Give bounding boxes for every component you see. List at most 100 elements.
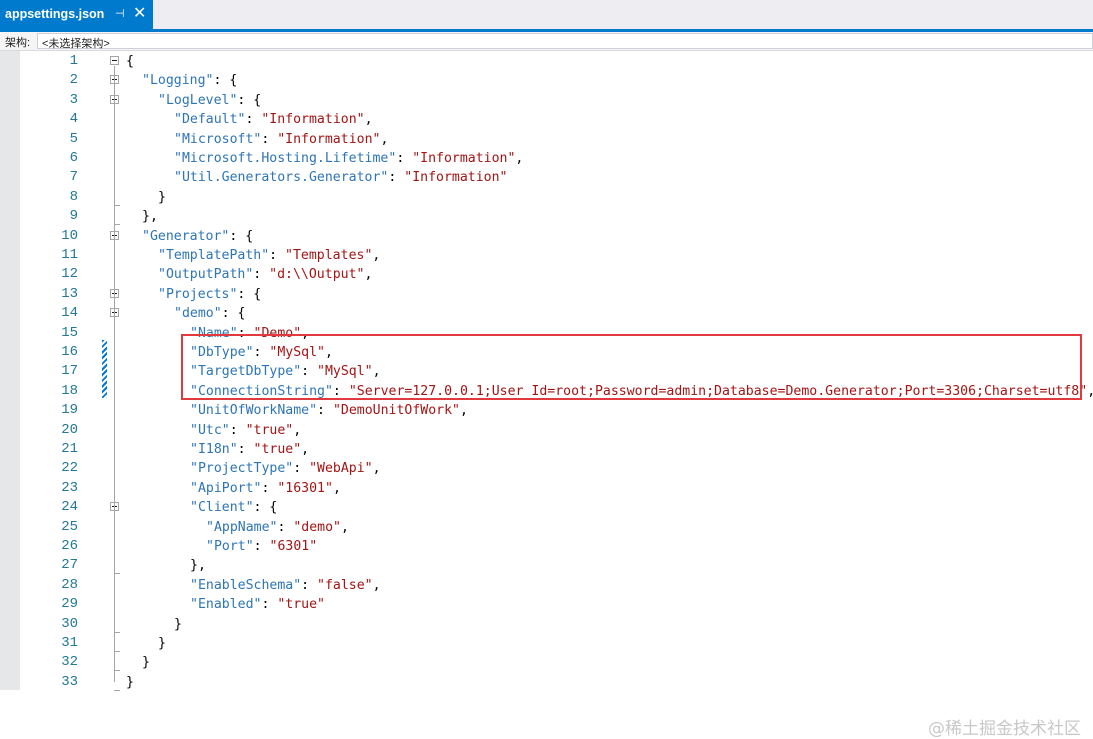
code-line[interactable]: 22 "ProjectType": "WebApi",: [0, 459, 1093, 478]
annotation-highlight-box: [181, 334, 1082, 400]
json-key: "Generator": [142, 228, 230, 244]
code-line[interactable]: 4 "Default": "Information",: [0, 110, 1093, 129]
code-line[interactable]: 24 "Client": {: [0, 498, 1093, 517]
collapse-region-icon[interactable]: [110, 56, 119, 65]
line-number: 31: [61, 635, 78, 651]
json-punctuation: :: [261, 597, 278, 613]
pin-icon[interactable]: ⊣: [115, 7, 125, 21]
code-text[interactable]: "Port": "6301": [206, 537, 317, 556]
json-string-value: "DemoUnitOfWork": [332, 403, 460, 419]
code-text[interactable]: }: [126, 673, 134, 692]
json-string-value: "false": [317, 577, 373, 593]
code-line[interactable]: 28 "EnableSchema": "false",: [0, 576, 1093, 595]
code-line[interactable]: 23 "ApiPort": "16301",: [0, 479, 1093, 498]
code-line[interactable]: 25 "AppName": "demo",: [0, 518, 1093, 537]
line-number: 21: [61, 441, 78, 457]
code-text[interactable]: }: [158, 634, 166, 653]
json-string-value: "true": [253, 442, 302, 457]
schema-dropdown[interactable]: <未选择架构>: [37, 33, 1093, 50]
json-punctuation: ,: [515, 151, 524, 166]
line-number: 13: [61, 285, 78, 302]
code-text[interactable]: }: [174, 615, 182, 634]
json-key: "TemplatePath": [158, 248, 270, 263]
json-key: "Utc": [190, 422, 230, 438]
code-text[interactable]: "Enabled": "true": [190, 595, 325, 614]
code-text[interactable]: "Generator": {: [142, 227, 253, 246]
code-line[interactable]: 3 "LogLevel": {: [0, 91, 1093, 110]
json-punctuation: }: [158, 636, 166, 651]
line-number: 10: [61, 227, 78, 244]
code-text[interactable]: "I18n": "true",: [190, 440, 309, 459]
code-text[interactable]: },: [142, 207, 158, 226]
code-text[interactable]: "OutputPath": "d:\\Output",: [158, 265, 372, 284]
code-line[interactable]: 26 "Port": "6301": [0, 537, 1093, 556]
code-line[interactable]: 5 "Microsoft": "Information",: [0, 130, 1093, 149]
code-line[interactable]: 20 "Utc": "true",: [0, 421, 1093, 440]
json-punctuation: :: [229, 422, 246, 438]
line-number: 5: [69, 130, 78, 147]
code-line[interactable]: 13 "Projects": {: [0, 285, 1093, 304]
code-line[interactable]: 6 "Microsoft.Hosting.Lifetime": "Informat…: [0, 149, 1093, 168]
json-punctuation: :: [277, 519, 294, 535]
code-text[interactable]: "ApiPort": "16301",: [190, 479, 341, 498]
json-key: "EnableSchema": [190, 577, 302, 593]
code-line[interactable]: 21 "I18n": "true",: [0, 440, 1093, 459]
json-punctuation: :: [253, 539, 270, 554]
outline-region-end: [114, 670, 120, 672]
code-line[interactable]: 33}: [0, 673, 1093, 692]
code-line[interactable]: 11 "TemplatePath": "Templates",: [0, 246, 1093, 265]
code-line[interactable]: 1{: [0, 52, 1093, 71]
json-key: "Port": [206, 539, 254, 554]
code-line[interactable]: 9},: [0, 207, 1093, 226]
json-string-value: "true": [245, 422, 294, 438]
line-number: 23: [61, 479, 78, 496]
code-text[interactable]: "Utc": "true",: [190, 421, 301, 440]
json-punctuation: },: [190, 558, 206, 574]
code-line[interactable]: 7 "Util.Generators.Generator": "Informati…: [0, 168, 1093, 187]
code-line[interactable]: 8}: [0, 188, 1093, 207]
line-number: 2: [69, 72, 78, 89]
json-punctuation: ,: [332, 480, 341, 496]
code-line[interactable]: 29 "Enabled": "true": [0, 595, 1093, 614]
code-line[interactable]: 14 "demo": {: [0, 304, 1093, 323]
code-text[interactable]: "ProjectType": "WebApi",: [190, 459, 381, 478]
code-text[interactable]: }: [142, 653, 150, 672]
code-line[interactable]: 32}: [0, 653, 1093, 672]
code-text[interactable]: "EnableSchema": "false",: [190, 576, 381, 595]
json-punctuation: : {: [237, 286, 262, 302]
code-line[interactable]: 10 "Generator": {: [0, 227, 1093, 246]
line-number: 12: [61, 266, 78, 283]
code-text[interactable]: {: [126, 52, 134, 71]
tab-appsettings-json[interactable]: appsettings.json ⊣ ✕: [0, 0, 153, 29]
code-text[interactable]: "LogLevel": {: [158, 91, 261, 110]
code-line[interactable]: 31}: [0, 634, 1093, 653]
close-icon[interactable]: ✕: [133, 5, 146, 23]
json-string-value: "d:\\Output": [269, 267, 365, 283]
line-number: 26: [61, 538, 78, 554]
code-text[interactable]: "Logging": {: [142, 71, 237, 90]
code-text[interactable]: "Microsoft": "Information",: [174, 130, 388, 149]
outline-region-end: [114, 631, 120, 633]
json-punctuation: :: [317, 403, 333, 419]
code-text[interactable]: "UnitOfWorkName": "DemoUnitOfWork",: [190, 401, 468, 420]
code-text[interactable]: }: [158, 188, 166, 207]
code-text[interactable]: "AppName": "demo",: [206, 518, 349, 537]
code-editor[interactable]: 1{2 "Logging": {3 "LogLevel": {4 "Default":…: [0, 51, 1093, 739]
code-line[interactable]: 27},: [0, 556, 1093, 575]
code-line[interactable]: 2 "Logging": {: [0, 71, 1093, 90]
code-text[interactable]: "Default": "Information",: [174, 110, 373, 129]
json-string-value: "demo": [293, 519, 341, 535]
code-text[interactable]: "demo": {: [174, 304, 245, 323]
code-text[interactable]: "Client": {: [190, 498, 277, 517]
code-text[interactable]: "Projects": {: [158, 285, 261, 304]
code-line[interactable]: 19 "UnitOfWorkName": "DemoUnitOfWork",: [0, 401, 1093, 420]
code-text[interactable]: "Microsoft.Hosting.Lifetime": "Informati…: [174, 149, 523, 168]
code-line[interactable]: 30}: [0, 615, 1093, 634]
line-number: 25: [61, 518, 78, 535]
json-punctuation: ,: [459, 403, 468, 419]
code-text[interactable]: "Util.Generators.Generator": "Informatio…: [174, 168, 507, 187]
code-text[interactable]: "TemplatePath": "Templates",: [158, 246, 380, 265]
outline-region-end: [114, 651, 120, 652]
code-text[interactable]: },: [190, 556, 206, 575]
code-line[interactable]: 12 "OutputPath": "d:\\Output",: [0, 265, 1093, 284]
